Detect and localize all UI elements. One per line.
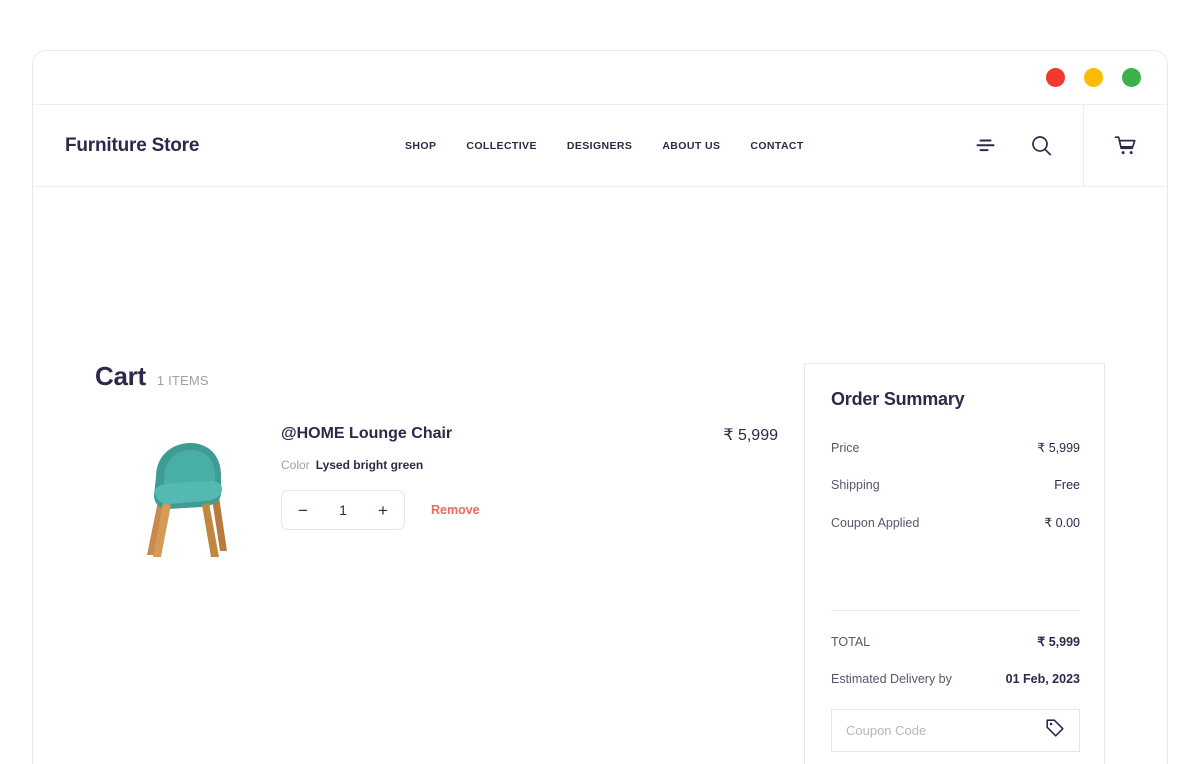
nav-item-collective[interactable]: COLLECTIVE [466, 140, 537, 152]
decrement-quantity-button[interactable]: − [298, 502, 308, 519]
summary-value: ₹ 0.00 [1044, 515, 1080, 530]
cart-item-count: 1 ITEMS [157, 373, 209, 388]
product-thumbnail[interactable] [123, 435, 249, 561]
quantity-value: 1 [339, 502, 347, 518]
summary-row-total: TOTAL ₹ 5,999 [831, 634, 1080, 649]
filter-icon[interactable] [971, 132, 999, 160]
increment-quantity-button[interactable]: + [378, 502, 388, 519]
coupon-field[interactable] [831, 709, 1080, 752]
summary-value: Free [1054, 478, 1080, 492]
total-value: ₹ 5,999 [1037, 634, 1080, 649]
nav-item-about-us[interactable]: ABOUT US [662, 140, 720, 152]
quantity-row: − 1 + Remove [281, 490, 480, 530]
variant-label: Color [281, 458, 310, 472]
minimize-window-button[interactable] [1084, 68, 1103, 87]
coupon-input[interactable] [846, 723, 1045, 738]
cart-heading: Cart 1 ITEMS [95, 361, 209, 392]
order-summary-rows: Price ₹ 5,999 Shipping Free Coupon Appli… [831, 440, 1080, 553]
quantity-stepper: − 1 + [281, 490, 405, 530]
window-titlebar [33, 51, 1167, 105]
page-title: Cart [95, 361, 146, 392]
summary-label: Price [831, 441, 859, 455]
maximize-window-button[interactable] [1122, 68, 1141, 87]
delivery-label: Estimated Delivery by [831, 672, 952, 686]
main-navigation: SHOP COLLECTIVE DESIGNERS ABOUT US CONTA… [405, 140, 804, 152]
order-summary-card: Order Summary Price ₹ 5,999 Shipping Fre… [804, 363, 1105, 764]
close-window-button[interactable] [1046, 68, 1065, 87]
total-label: TOTAL [831, 635, 870, 649]
navbar-actions [971, 105, 1167, 186]
cart-icon[interactable] [1083, 105, 1167, 186]
nav-item-designers[interactable]: DESIGNERS [567, 140, 632, 152]
navbar-icon-group [971, 105, 1083, 186]
delivery-value: 01 Feb, 2023 [1006, 672, 1080, 686]
variant-value: Lysed bright green [316, 458, 424, 472]
product-variant: Color Lysed bright green [281, 458, 423, 472]
order-summary-title: Order Summary [831, 389, 964, 410]
brand-logo[interactable]: Furniture Store [65, 135, 199, 157]
nav-item-contact[interactable]: CONTACT [750, 140, 803, 152]
remove-item-button[interactable]: Remove [431, 503, 480, 517]
product-name[interactable]: @HOME Lounge Chair [281, 425, 452, 443]
summary-value: ₹ 5,999 [1037, 440, 1080, 455]
summary-divider [831, 610, 1080, 611]
search-icon[interactable] [1027, 132, 1055, 160]
product-price: ₹ 5,999 [650, 425, 778, 445]
order-summary-totals: TOTAL ₹ 5,999 Estimated Delivery by 01 F… [831, 634, 1080, 709]
summary-row-shipping: Shipping Free [831, 478, 1080, 492]
cart-page: Cart 1 ITEMS [33, 187, 1167, 764]
summary-row-price: Price ₹ 5,999 [831, 440, 1080, 455]
browser-window: Furniture Store SHOP COLLECTIVE DESIGNER… [32, 50, 1168, 764]
summary-row-delivery: Estimated Delivery by 01 Feb, 2023 [831, 672, 1080, 686]
summary-row-coupon-applied: Coupon Applied ₹ 0.00 [831, 515, 1080, 530]
window-controls [1046, 68, 1141, 87]
summary-label: Shipping [831, 478, 880, 492]
tag-icon[interactable] [1045, 718, 1065, 743]
site-navbar: Furniture Store SHOP COLLECTIVE DESIGNER… [33, 105, 1167, 187]
summary-label: Coupon Applied [831, 516, 919, 530]
nav-item-shop[interactable]: SHOP [405, 140, 436, 152]
